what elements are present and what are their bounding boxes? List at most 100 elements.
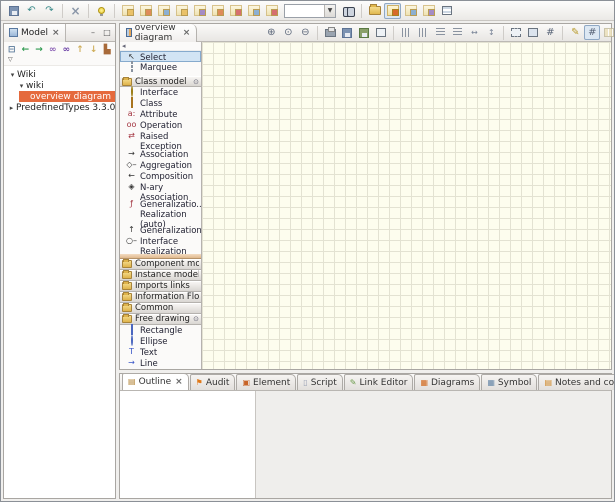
create-datatype-button[interactable] [209, 3, 226, 19]
tip-button[interactable] [93, 3, 110, 19]
palette-item-text[interactable]: T Text [120, 347, 201, 358]
tab-symbol[interactable]: ▦ Symbol [481, 374, 537, 390]
align-left-button[interactable] [398, 25, 414, 40]
create-attribute-button[interactable] [173, 3, 190, 19]
tab-outline[interactable]: ▤ Outline × [122, 373, 189, 390]
format-painter-button[interactable]: ✎ [567, 25, 583, 40]
tree-row-wiki-project[interactable]: ▾ Wiki [4, 69, 115, 80]
palette-item-interface-realization[interactable]: ○– Interface Realization [120, 236, 201, 254]
undo-button[interactable]: ↶ [23, 3, 40, 19]
zoom-reset-button[interactable]: ⊙ [280, 25, 296, 40]
link-with-editor-button[interactable]: ∞ [47, 44, 59, 56]
delete-button[interactable]: × [67, 3, 84, 19]
align-right-button[interactable] [432, 25, 448, 40]
drawer-pin-icon[interactable]: ⊙ [193, 78, 199, 86]
fit-view-button[interactable] [373, 25, 389, 40]
show-model-view-button[interactable] [384, 3, 401, 19]
create-association-button[interactable] [245, 3, 262, 19]
tab-overview-diagram[interactable]: overview diagram × [120, 24, 197, 42]
expand-arrow-icon[interactable]: ▾ [17, 82, 26, 90]
drawer-component-model[interactable]: Component mo... [120, 259, 201, 270]
tab-element[interactable]: ▣ Element [236, 374, 296, 390]
search-combo[interactable]: ▼ [284, 4, 336, 18]
tab-link-editor[interactable]: ✎ Link Editor [344, 374, 414, 390]
palette-item-association[interactable]: → Association [120, 149, 201, 160]
save-diagram-button[interactable] [339, 25, 355, 40]
diagram-canvas[interactable] [202, 42, 611, 369]
expand-arrow-icon[interactable]: ▾ [8, 71, 17, 79]
palette-item-ellipse[interactable]: Ellipse [120, 336, 201, 347]
palette-item-generalization-realization-auto[interactable]: ƒ Generalizatio... Realization (auto) [120, 199, 201, 225]
zoom-in-button[interactable]: ⊕ [263, 25, 279, 40]
close-icon[interactable]: × [52, 28, 60, 38]
maximize-button[interactable]: □ [101, 27, 113, 38]
move-down-button[interactable]: ↓ [88, 44, 100, 56]
filter-button[interactable]: ▙ [101, 44, 113, 56]
save-button[interactable] [5, 3, 22, 19]
close-icon[interactable]: × [183, 28, 191, 38]
show-margins-button[interactable] [525, 25, 541, 40]
palette-item-composition[interactable]: ← Composition [120, 171, 201, 182]
create-operation-button[interactable] [191, 3, 208, 19]
show-properties-button[interactable] [420, 3, 437, 19]
palette-item-nary-association[interactable]: ◈ N-ary Association [120, 182, 201, 200]
show-diagram-view-button[interactable] [402, 3, 419, 19]
create-package-button[interactable] [119, 3, 136, 19]
minimize-button[interactable]: – [87, 27, 99, 38]
palette-tool-marquee[interactable]: Marquee [120, 62, 201, 73]
tab-audit[interactable]: ⚑ Audit [190, 374, 236, 390]
print-button[interactable] [322, 25, 338, 40]
snap-to-grid-button[interactable]: # [584, 25, 600, 40]
palette-item-generalization[interactable]: ↑ Generalization [120, 225, 201, 236]
drawer-imports-links[interactable]: Imports links [120, 281, 201, 292]
open-project-button[interactable] [366, 3, 383, 19]
palette-item-aggregation[interactable]: ◇– Aggregation [120, 160, 201, 171]
show-page-bounds-button[interactable] [508, 25, 524, 40]
view-menu-icon[interactable]: ▽ [8, 56, 13, 63]
save-icon [342, 28, 352, 38]
zoom-out-button[interactable]: ⊖ [297, 25, 313, 40]
collapse-arrow-icon[interactable]: ▸ [7, 104, 16, 112]
outline-view-content[interactable] [120, 391, 256, 498]
navigate-forward-button[interactable]: → [33, 44, 45, 56]
search-input[interactable] [286, 6, 324, 16]
show-table-button[interactable] [438, 3, 455, 19]
palette-item-attribute[interactable]: a: Attribute [120, 109, 201, 120]
drawer-common[interactable]: Common [120, 303, 201, 314]
tab-diagrams[interactable]: ▦ Diagrams [414, 374, 480, 390]
palette-item-line[interactable]: → Line [120, 358, 201, 369]
create-enumeration-button[interactable] [227, 3, 244, 19]
tab-script[interactable]: ▯ Script [297, 374, 343, 390]
tree-row-overview-diagram[interactable]: overview diagram [19, 91, 115, 102]
palette-item-operation[interactable]: oo Operation [120, 120, 201, 131]
create-element-button[interactable] [263, 3, 280, 19]
close-icon[interactable]: × [175, 377, 183, 387]
drawer-instance-model[interactable]: Instance model [120, 270, 201, 281]
show-guides-button[interactable] [601, 25, 615, 40]
redo-button[interactable]: ↷ [41, 3, 58, 19]
create-interface-button[interactable] [155, 3, 172, 19]
same-height-button[interactable]: ↕ [483, 25, 499, 40]
palette-item-raised-exception[interactable]: ⇄ Raised Exception [120, 131, 201, 149]
drawer-pin-icon[interactable]: ⊙ [193, 315, 199, 323]
tree-row-wiki-package[interactable]: ▾ wiki [4, 80, 115, 91]
tab-model[interactable]: Model × [4, 24, 66, 42]
toggle-grid-button[interactable]: # [542, 25, 558, 40]
export-image-button[interactable] [356, 25, 372, 40]
same-width-button[interactable]: ↔ [466, 25, 482, 40]
palette-item-class[interactable]: Class [120, 98, 201, 109]
align-top-icon [453, 28, 462, 37]
tree-row-predefined-types[interactable]: ▸ PredefinedTypes 3.3.00 [4, 102, 115, 113]
search-button[interactable] [340, 3, 357, 19]
combo-dropdown-icon[interactable]: ▼ [324, 5, 335, 17]
navigate-back-button[interactable]: ← [20, 44, 32, 56]
align-center-button[interactable] [415, 25, 431, 40]
align-top-button[interactable] [449, 25, 465, 40]
collapse-all-button[interactable]: ⊟ [6, 44, 18, 56]
link-selection-button[interactable]: ∞ [61, 44, 73, 56]
drawer-information-flows[interactable]: Information Flo... [120, 292, 201, 303]
create-class-button[interactable] [137, 3, 154, 19]
tab-notes-and-constraints[interactable]: ▤ Notes and constraints [538, 374, 615, 390]
move-up-button[interactable]: ↑ [74, 44, 86, 56]
palette-collapse-icon[interactable]: ◂ [122, 42, 126, 50]
